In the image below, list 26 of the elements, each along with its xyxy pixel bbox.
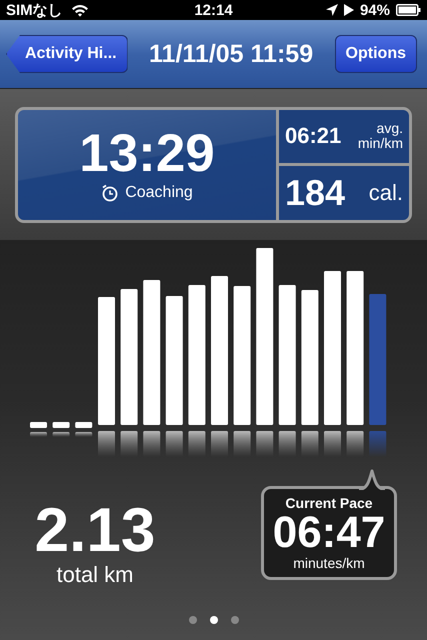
- clock-time: 12:14: [194, 2, 233, 18]
- distance-label: total km: [56, 562, 134, 588]
- page-dot[interactable]: [188, 616, 196, 624]
- wifi-icon: [70, 4, 89, 16]
- pace-unit: min/km: [358, 136, 403, 152]
- calories-value: 184: [285, 172, 346, 214]
- current-pace-unit: minutes/km: [293, 555, 365, 571]
- current-pace-value: 06:47: [272, 511, 386, 555]
- page-dot[interactable]: [230, 616, 238, 624]
- avg-label: avg.: [376, 120, 403, 136]
- page-dot[interactable]: [210, 616, 218, 624]
- calories-unit: cal.: [368, 180, 403, 206]
- battery-icon: [396, 4, 421, 16]
- location-arrow-icon: [326, 4, 338, 16]
- coaching-label: Coaching: [125, 184, 193, 202]
- timer-icon: [101, 184, 120, 202]
- distance-value: 2.13: [34, 500, 156, 562]
- current-pace-label: Current Pace: [285, 495, 373, 511]
- carrier-name: SIMなし: [6, 0, 63, 20]
- duration-value: 13:29: [79, 127, 215, 180]
- back-button[interactable]: Activity Hi...: [6, 35, 128, 73]
- battery-percent: 94%: [360, 2, 390, 18]
- nav-title: 11/11/05 11:59: [149, 40, 314, 68]
- avg-pace-value: 06:21: [285, 123, 342, 150]
- play-icon: [344, 4, 354, 16]
- options-button[interactable]: Options: [334, 35, 417, 73]
